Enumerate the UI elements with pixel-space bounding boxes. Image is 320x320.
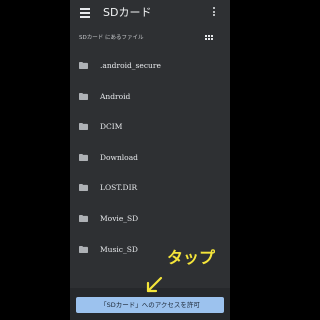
tap-annotation: タップ [167, 248, 216, 267]
folder-icon [79, 214, 88, 222]
grid-view-icon[interactable] [205, 35, 213, 41]
file-name: Android [100, 91, 131, 101]
file-name: LOST.DIR [100, 183, 138, 193]
file-list-item[interactable]: .android_secure [70, 52, 230, 83]
folder-icon [79, 245, 88, 253]
file-list-item[interactable]: Download [70, 144, 230, 175]
allow-access-button[interactable]: 「SDカード」へのアクセスを許可 [76, 297, 224, 313]
file-name: .android_secure [100, 61, 161, 70]
folder-icon [79, 62, 88, 69]
file-list-item[interactable]: DCIM [70, 113, 230, 144]
file-name: Movie_SD [100, 213, 139, 223]
file-list-item[interactable]: Android [70, 83, 230, 114]
file-name: Download [100, 152, 138, 162]
file-list: .android_secure Android DCIM Download LOST.D… [70, 52, 230, 266]
folder-icon [79, 123, 88, 131]
more-vert-icon[interactable] [212, 7, 216, 19]
arrow-icon [146, 276, 163, 293]
folder-icon [79, 184, 88, 192]
location-subheader: SDカード にあるファイル [79, 35, 144, 41]
file-list-item[interactable]: Movie_SD [70, 205, 230, 236]
folder-icon [79, 92, 88, 100]
app-bar: SDカード [70, 0, 230, 28]
page-title: SDカード [103, 6, 152, 19]
file-name: DCIM [100, 122, 123, 132]
file-name: Music_SD [100, 244, 138, 254]
hamburger-menu-icon[interactable] [80, 8, 90, 18]
file-picker-screen: SDカード SDカード にあるファイル .android_secure Andro… [70, 0, 230, 320]
file-list-item[interactable]: LOST.DIR [70, 174, 230, 205]
folder-icon [79, 153, 88, 161]
